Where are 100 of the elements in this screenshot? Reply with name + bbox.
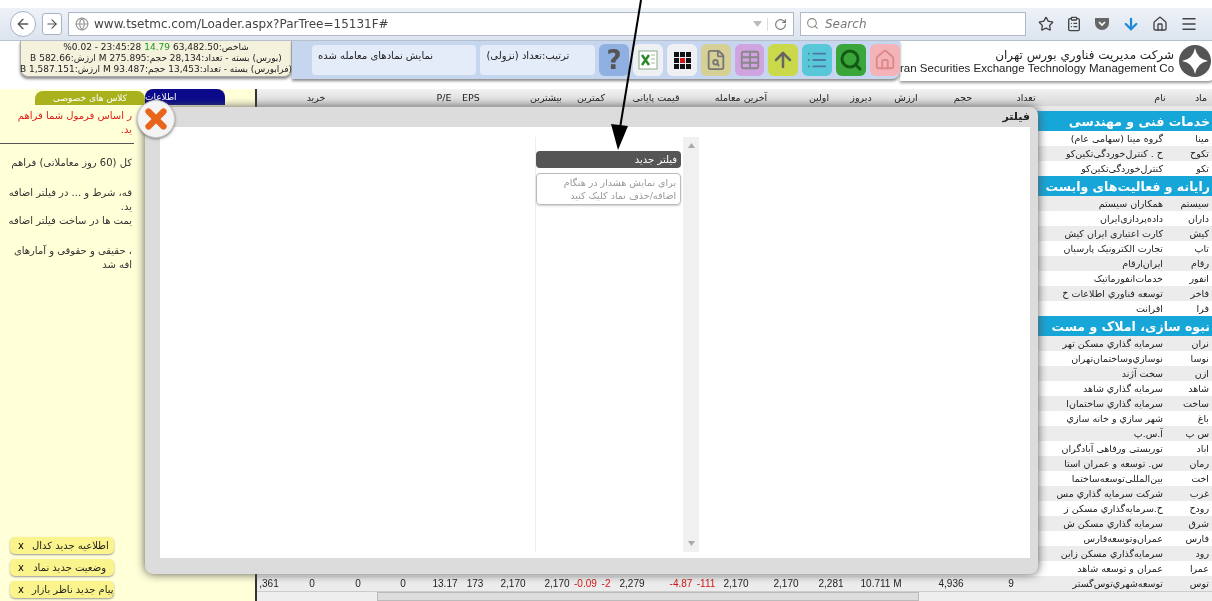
home-icon[interactable] (1152, 16, 1168, 32)
company-name-cell[interactable]: بین‌المللی‌توسعه‌ساختما (1042, 473, 1167, 484)
company-name-cell[interactable]: آ.س.پ (1042, 428, 1167, 439)
column-header[interactable]: EPS (458, 92, 484, 103)
spreadsheet-icon (636, 49, 659, 71)
symbol-cell[interactable]: نران (1167, 338, 1212, 349)
symbol-cell[interactable]: داران (1167, 213, 1212, 224)
column-header[interactable]: اولین (799, 92, 839, 103)
column-header[interactable]: بیشترین (524, 92, 568, 103)
company-name-cell[interactable]: توسعه فناوري اطلاعات خ (1042, 288, 1167, 299)
notification-label: پیام جدید ناظر بازار (31, 584, 114, 595)
symbol-cell[interactable]: رود (1167, 548, 1212, 559)
sort-selector[interactable]: ترتیب:تعداد (نزولی) (480, 45, 596, 75)
column-header[interactable]: آخرین معامله (703, 92, 779, 103)
company-name-cell[interactable]: سرمایه گذاري ساختمان‌ا (1042, 398, 1167, 409)
company-name-cell[interactable]: کارت اعتباری ایران کیش (1042, 228, 1167, 239)
horizontal-scrollbar[interactable] (257, 591, 1212, 601)
bookmark-star-icon[interactable] (1038, 16, 1054, 32)
symbol-cell[interactable]: رقام (1167, 258, 1212, 269)
symbol-cell[interactable]: فارس (1167, 533, 1212, 544)
symbol-cell[interactable]: تاپ (1167, 243, 1212, 254)
symbol-cell[interactable]: رمان (1167, 458, 1212, 469)
company-name-cell[interactable]: عمران و توسعه شاهد (1042, 563, 1167, 574)
menu-icon[interactable] (1180, 15, 1198, 33)
column-header[interactable]: ماد (1181, 92, 1212, 103)
back-button[interactable] (10, 11, 36, 37)
symbol-cell[interactable]: فرا (1167, 303, 1212, 314)
company-name-cell[interactable]: سخت آژند (1042, 368, 1167, 379)
url-text: www.tsetmc.com/Loader.aspx?ParTree=15131F# (94, 17, 390, 31)
company-name-cell[interactable]: ح . کنترل‌خوردگی‌تکین‌کو (1042, 148, 1167, 159)
company-name-cell[interactable]: سرمایه‌گذاري مسکن زاین (1042, 548, 1167, 559)
company-name-cell[interactable]: شهر سازي و خانه سازي (1042, 413, 1167, 424)
column-header[interactable]: کمترین (569, 92, 613, 103)
clipboard-icon[interactable] (1066, 16, 1082, 32)
company-name-cell[interactable]: تجارت الکترونیک پارسیان (1042, 243, 1167, 254)
column-header[interactable]: ارزش (884, 92, 928, 103)
company-name-cell[interactable]: ح.سرمایه‌گذاري مسکن ز (1042, 503, 1167, 514)
symbol-cell[interactable]: شاهد (1167, 383, 1212, 394)
column-header[interactable]: دیروز (841, 92, 881, 103)
company-name-cell[interactable]: کنترل‌خوردگی‌تکین‌کو (1042, 163, 1167, 174)
symbol-cell[interactable]: سیستم (1167, 198, 1212, 209)
dismiss-button[interactable]: x (18, 540, 24, 551)
column-header[interactable]: خرید (272, 92, 360, 103)
toolbar-button[interactable] (666, 44, 697, 76)
symbol-cell[interactable]: غرب (1167, 488, 1212, 499)
new-filter-button[interactable]: فیلتر جدید (536, 151, 682, 168)
toolbar-button[interactable] (632, 44, 663, 76)
company-name-cell[interactable]: سرمایه گذاري شاهد (1042, 383, 1167, 394)
symbol-cell[interactable]: تکو (1167, 163, 1212, 174)
company-name-cell[interactable]: نوسازي‌وساختمان‌تهران (1042, 353, 1167, 364)
symbol-cell[interactable]: س پ (1167, 428, 1212, 439)
scroll-up-icon[interactable] (687, 143, 695, 148)
globe-icon (75, 17, 89, 31)
company-name-cell[interactable]: داده‌پردازی‌ایران (1042, 213, 1167, 224)
symbol-cell[interactable]: توس (1167, 578, 1212, 589)
symbol-cell[interactable]: اباد (1167, 443, 1212, 454)
company-name-cell[interactable]: عمران‌وتوسعه‌فارس (1042, 533, 1167, 544)
symbol-cell[interactable]: نوسا (1167, 353, 1212, 364)
column-header[interactable]: حجم (935, 92, 991, 103)
download-icon[interactable] (1122, 15, 1140, 33)
symbol-cell[interactable]: اخت (1167, 473, 1212, 484)
dismiss-button[interactable]: x (18, 584, 24, 595)
company-name-cell[interactable]: سرمایه گذاري مسکن ش (1042, 518, 1167, 529)
company-name-cell[interactable]: توریستی ورفاهی آبادگران (1042, 443, 1167, 454)
pocket-icon[interactable] (1094, 17, 1110, 31)
table-cell-text: 173 (465, 578, 485, 589)
column-header[interactable]: P/E (431, 92, 457, 103)
company-name-cell[interactable]: گروه مینا (سهامی عام) (1042, 133, 1167, 144)
reload-icon[interactable] (767, 17, 787, 31)
company-name-cell[interactable]: ایران‌ارقام (1042, 258, 1167, 269)
symbol-cell[interactable]: رودح (1167, 503, 1212, 514)
dismiss-button[interactable]: x (18, 562, 24, 573)
company-name-cell[interactable]: س. توسعه و عمران استا (1042, 458, 1167, 469)
forward-button[interactable] (42, 13, 62, 35)
company-name-cell[interactable]: سرمایه گذاري مسکن تهر (1042, 338, 1167, 349)
company-name-cell[interactable]: توسعه‌شهري‌توس‌گستر (1042, 578, 1167, 589)
address-bar[interactable]: www.tsetmc.com/Loader.aspx?ParTree=15131F# (68, 12, 794, 36)
symbol-cell[interactable]: تکوح (1167, 148, 1212, 159)
symbol-cell[interactable]: کیش (1167, 228, 1212, 239)
symbol-cell[interactable]: شرق (1167, 518, 1212, 529)
company-name-cell[interactable]: شرکت سرمایه گذاري مس (1042, 488, 1167, 499)
symbol-cell[interactable]: ازن (1167, 368, 1212, 379)
symbol-cell[interactable]: عمرا (1167, 563, 1212, 574)
column-header[interactable]: قیمت پایانی (624, 92, 688, 103)
vertical-scrollbar[interactable] (683, 137, 699, 552)
company-name-cell[interactable]: خدمات‌انفورماتیک (1042, 273, 1167, 284)
symbol-cell[interactable]: انفور (1167, 273, 1212, 284)
symbol-cell[interactable]: باغ (1167, 413, 1212, 424)
symbol-cell[interactable]: فاخر (1167, 288, 1212, 299)
panel-tab[interactable]: اطلاعات (145, 89, 225, 105)
traded-symbols-toggle[interactable]: نمایش نمادهای معامله شده (312, 45, 477, 75)
home-icon (874, 49, 897, 71)
column-header[interactable]: نام (1140, 92, 1180, 103)
company-name-cell[interactable]: همکاران سیستم (1042, 198, 1167, 209)
search-field[interactable]: Search (800, 12, 1026, 36)
symbol-cell[interactable]: مینا (1167, 133, 1212, 144)
column-header[interactable]: تعداد (995, 92, 1057, 103)
company-name-cell[interactable]: افرانت (1042, 303, 1167, 314)
info-text: ر اساس فرمول شما فراهم (16, 109, 132, 123)
symbol-cell[interactable]: ساخت (1167, 398, 1212, 409)
